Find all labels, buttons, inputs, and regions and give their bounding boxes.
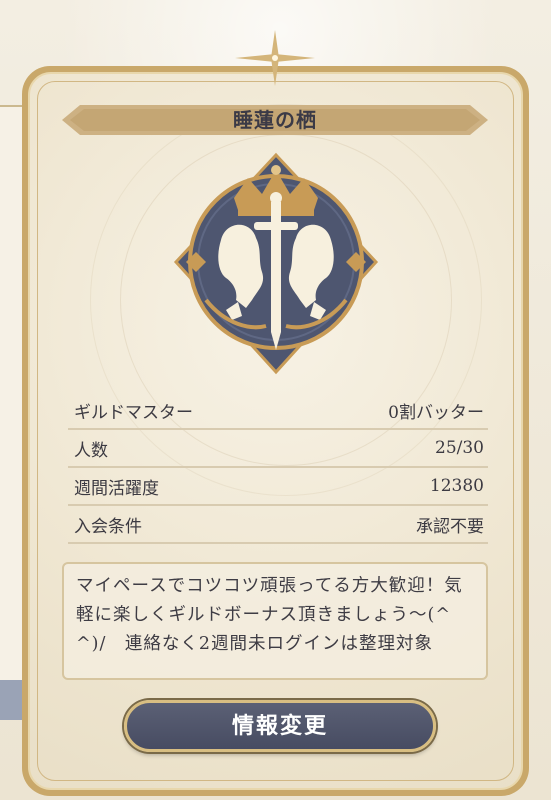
info-label: 週間活躍度 <box>74 478 159 499</box>
guild-description-box[interactable]: マイペースでコツコツ頑張ってる方大歓迎！気軽に楽しくギルドボーナス頂きましょう〜… <box>62 562 488 680</box>
info-label: ギルドマスター <box>74 402 193 423</box>
info-label: 人数 <box>74 440 108 461</box>
info-row-weekly-activity: 週間活躍度 12380 <box>68 468 488 506</box>
guild-name-banner: 睡蓮の栖 <box>62 103 488 137</box>
edit-info-button[interactable]: 情報変更 <box>124 700 436 752</box>
guild-info-screen: 睡蓮の栖 ギルドマスター 0割バッター 人数 25/30 週間活躍度 12380… <box>0 0 551 800</box>
info-row-members: 人数 25/30 <box>68 430 488 468</box>
info-label: 入会条件 <box>74 516 142 537</box>
info-value: 12380 <box>429 476 484 496</box>
guild-description: マイペースでコツコツ頑張ってる方大歓迎！気軽に楽しくギルドボーナス頂きましょう〜… <box>76 576 463 654</box>
guild-info-table: ギルドマスター 0割バッター 人数 25/30 週間活躍度 12380 入会条件… <box>68 392 488 544</box>
info-row-join-condition: 入会条件 承認不要 <box>68 506 488 544</box>
star-ornament-icon <box>235 30 315 86</box>
lion-sword-crest-icon <box>173 152 379 375</box>
info-value: 承認不要 <box>416 516 484 537</box>
info-value: 0割バッター <box>388 402 484 423</box>
info-value: 25/30 <box>435 438 484 458</box>
info-row-guild-master: ギルドマスター 0割バッター <box>68 392 488 430</box>
guild-name: 睡蓮の栖 <box>233 108 317 132</box>
